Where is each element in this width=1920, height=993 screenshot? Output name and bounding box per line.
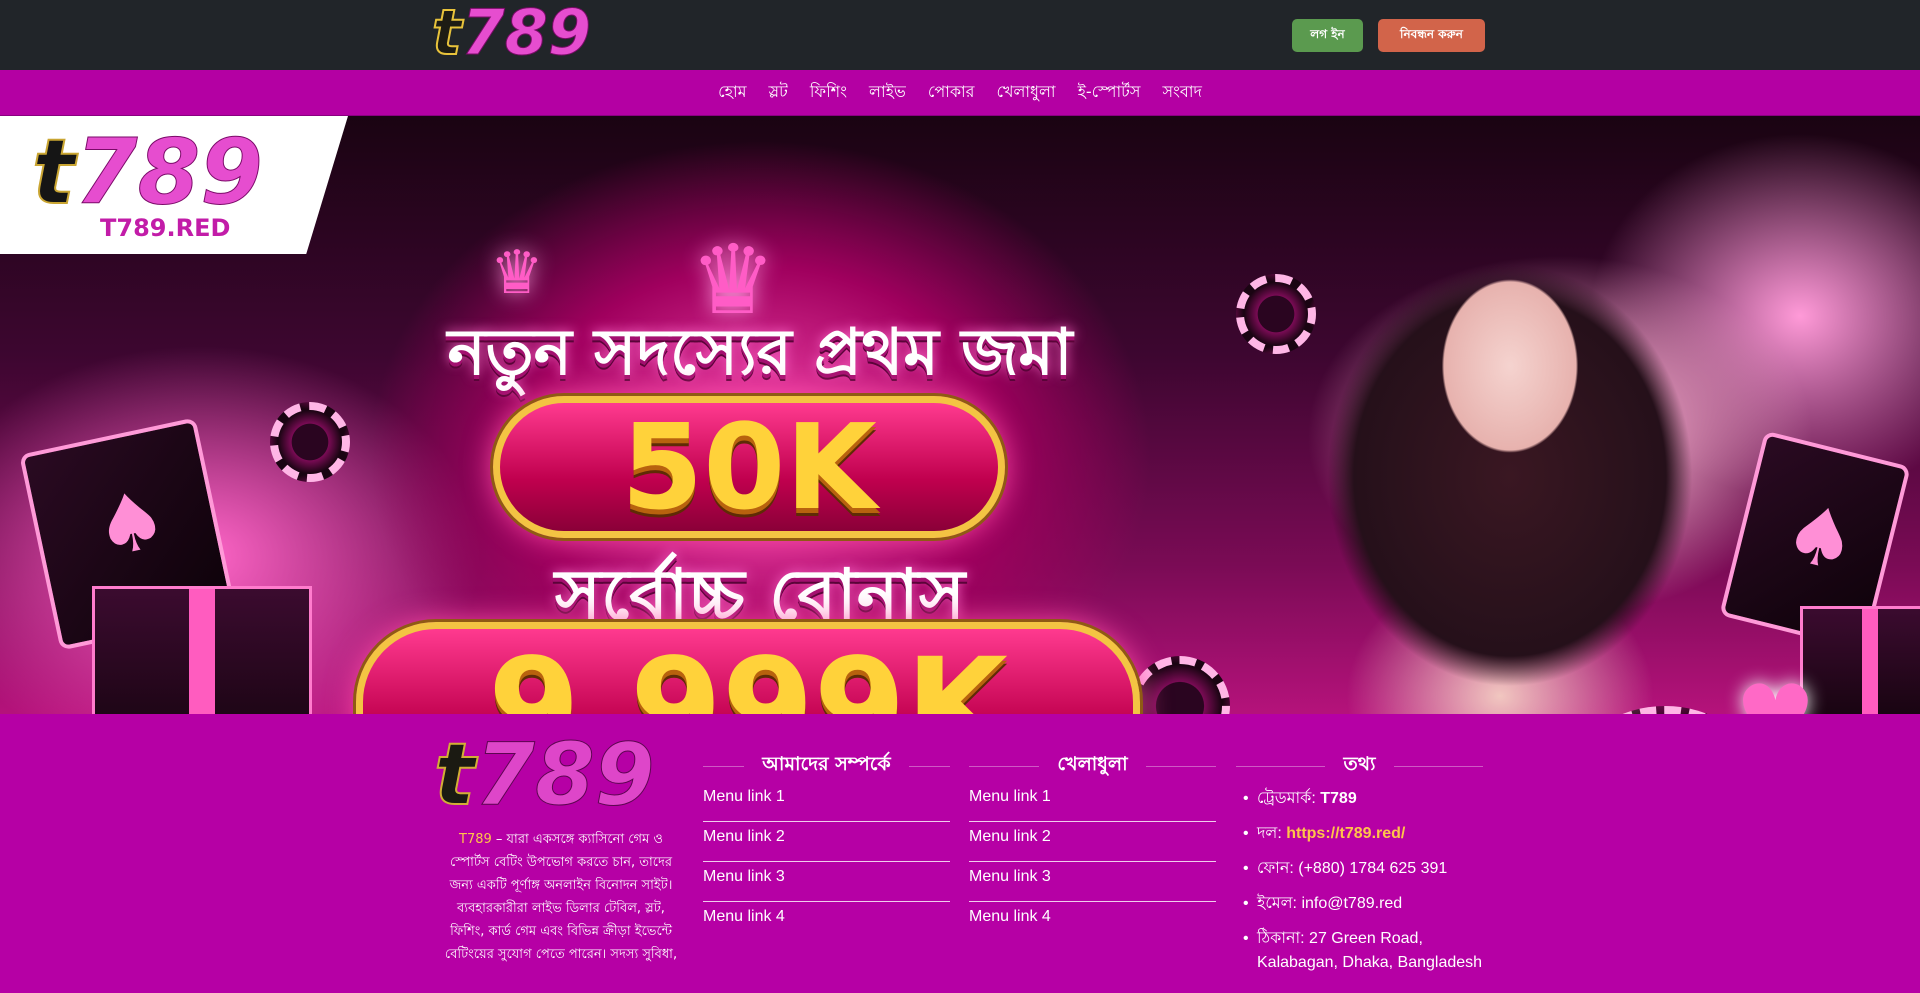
max-bonus-amount: 9.999K [488,630,1008,714]
about-brand: T789 [459,832,492,847]
menu-link[interactable]: Menu link 2 [969,828,1051,845]
logo-number: 789 [461,0,592,69]
banner-logo: t789 [31,127,263,219]
email-item: ইমেল: info@t789.red [1243,892,1493,916]
gift-box [92,586,312,714]
menu-link[interactable]: Menu link 1 [969,788,1051,805]
menu-link[interactable]: Menu link 2 [703,828,785,845]
banner-headline: নতুন সদস্যের প্রথম জমা [447,316,1073,390]
footer-logo[interactable]: t789 [433,731,655,819]
nav-item-news[interactable]: সংবাদ [1151,79,1212,106]
promo-banner[interactable]: t789 T789.RED ♛ ♛ ♠ ♠ ♥ নতুন সদস্যের প্র… [0,116,1920,714]
nav-item-sports[interactable]: খেলাধুলা [985,79,1066,106]
banner-domain: T789.RED [100,214,231,242]
contact-info: ট্রেডমার্ক: T789 দল: https://t789.red/ ফ… [1243,787,1493,986]
menu-link[interactable]: Menu link 3 [703,868,785,885]
small-crown-icon: ♛ [490,238,544,308]
list-item: Menu link 1 [703,782,950,822]
menu-link[interactable]: Menu link 4 [969,908,1051,925]
trademark-value: T789 [1320,790,1357,807]
gift-box-right [1800,606,1920,714]
menu-link[interactable]: Menu link 1 [703,788,785,805]
banner-logo-number: 789 [75,120,264,225]
about-links: Menu link 1 Menu link 2 Menu link 3 Menu… [703,782,950,942]
list-item: Menu link 4 [703,902,950,942]
bonus-amount-pill: 50K [493,396,1005,538]
footer-logo-letter: t [433,725,476,825]
bonus-amount: 50K [621,398,877,536]
register-button[interactable]: নিবন্ধন করুন [1378,19,1485,52]
nav-item-live[interactable]: লাইভ [858,79,917,106]
nav-item-esports[interactable]: ই-স্পোর্টস [1067,79,1152,106]
site-logo[interactable]: t789 [431,1,592,65]
sports-heading: খেলাধুলা [969,750,1216,782]
login-button[interactable]: লগ ইন [1292,19,1363,52]
top-bar: t789 লগ ইন নিবন্ধন করুন [0,0,1920,70]
site-link[interactable]: https://t789.red/ [1286,825,1405,842]
sports-title: খেলাধুলা [1057,753,1128,775]
list-item: Menu link 2 [969,822,1216,862]
poker-chip-stack-center [1130,656,1230,714]
list-item: Menu link 3 [703,862,950,902]
trademark-item: ট্রেডমার্ক: T789 [1243,787,1493,811]
list-item: Menu link 4 [969,902,1216,942]
about-us-title: আমাদের সম্পর্কে [762,753,891,775]
about-description: – যারা একসঙ্গে ক্যাসিনো গেম ও স্পোর্টস ব… [444,832,678,962]
nav-item-slot[interactable]: স্লট [758,79,799,106]
info-heading: তথ্য [1236,750,1483,782]
footer-logo-number: 789 [475,725,656,825]
team-item: দল: https://t789.red/ [1243,822,1493,846]
list-item: Menu link 1 [969,782,1216,822]
logo-letter: t [431,0,463,69]
main-nav: হোম স্লট ফিশিং লাইভ পোকার খেলাধুলা ই-স্প… [0,70,1920,116]
banner-logo-letter: t [31,120,76,225]
max-bonus-pill: 9.999K [356,622,1140,714]
footer-about-text: T789 – যারা একসঙ্গে ক্যাসিনো গেম ও স্পোর… [440,828,682,966]
sports-links: Menu link 1 Menu link 2 Menu link 3 Menu… [969,782,1216,942]
model-image [1250,216,1770,714]
address-item: ঠিকানা: 27 Green Road, Kalabagan, Dhaka,… [1243,927,1493,975]
phone-item: ফোন: (+880) 1784 625 391 [1243,857,1493,881]
menu-link[interactable]: Menu link 3 [969,868,1051,885]
list-item: Menu link 2 [703,822,950,862]
nav-item-fishing[interactable]: ফিশিং [799,79,858,106]
nav-item-poker[interactable]: পোকার [917,79,986,106]
footer: t789 T789 – যারা একসঙ্গে ক্যাসিনো গেম ও … [0,714,1920,993]
list-item: Menu link 3 [969,862,1216,902]
poker-chip [270,402,350,482]
nav-item-home[interactable]: হোম [707,79,757,106]
about-us-heading: আমাদের সম্পর্কে [703,750,950,782]
info-title: তথ্য [1343,753,1376,775]
trademark-label: ট্রেডমার্ক: [1257,790,1321,807]
menu-link[interactable]: Menu link 4 [703,908,785,925]
heart-icon: ♥ [1735,666,1816,714]
team-label: দল: [1257,825,1287,842]
